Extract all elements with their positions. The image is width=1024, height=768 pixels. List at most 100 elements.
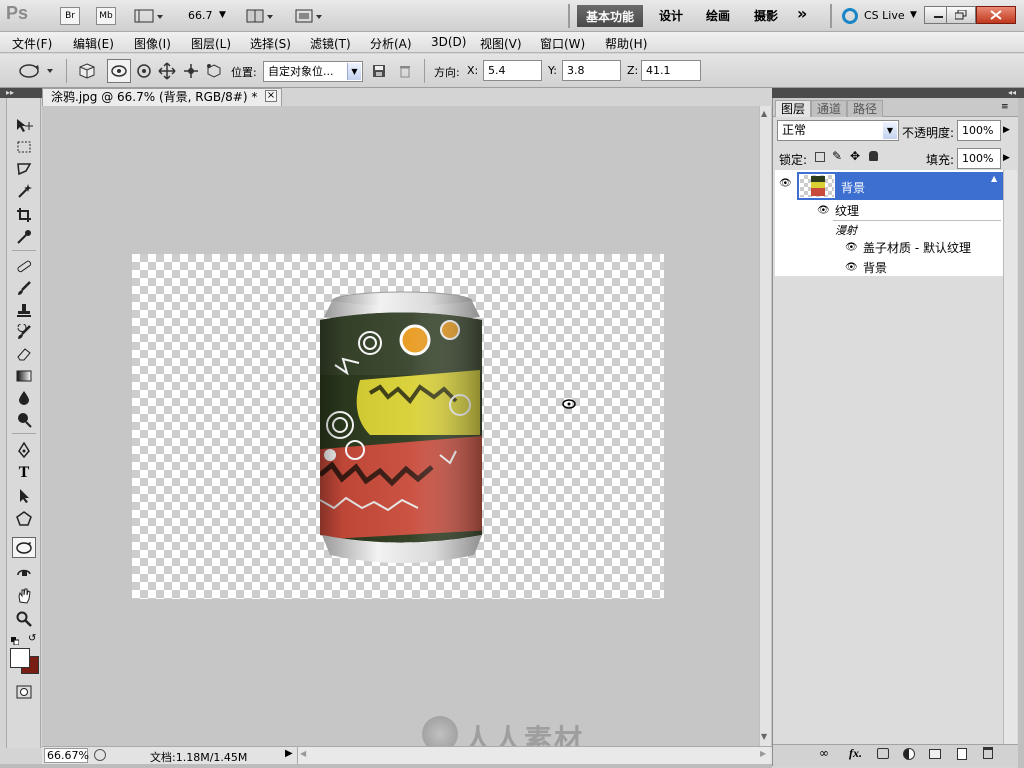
rotate-object-button[interactable] [107, 59, 131, 83]
menu-analysis[interactable]: 分析(A) [370, 35, 412, 52]
fx-icon[interactable]: fx. [849, 746, 862, 761]
save-position-button[interactable] [369, 60, 389, 82]
background-texture[interactable]: 背景 [863, 259, 887, 276]
cs-live-dropdown-icon[interactable]: ▼ [910, 10, 917, 20]
layer-visibility-eye-icon[interactable]: 👁 [779, 178, 792, 189]
y-input[interactable]: 3.8 [562, 60, 621, 81]
lock-all-icon[interactable] [869, 151, 878, 161]
toolbox-collapse-bar[interactable]: ▸▸ [0, 88, 42, 98]
lasso-tool[interactable] [12, 158, 36, 179]
lock-pixels-icon[interactable]: ✎ [832, 149, 842, 163]
zoom-tool[interactable] [12, 608, 36, 629]
hand-tool[interactable] [12, 585, 36, 606]
menu-layer[interactable]: 图层(L) [191, 35, 231, 52]
texture-eye-icon[interactable]: 👁 [817, 205, 830, 216]
screen-mode-button[interactable] [292, 6, 326, 26]
cap-material-texture[interactable]: 盖子材质 - 默认纹理 [863, 239, 971, 256]
menu-edit[interactable]: 编辑(E) [73, 35, 114, 52]
opacity-input[interactable]: 100% [957, 120, 1001, 141]
scroll-left-icon[interactable]: ◀ [300, 749, 306, 758]
menu-file[interactable]: 文件(F) [12, 35, 52, 52]
zoom-dropdown-icon[interactable]: ▼ [219, 10, 226, 20]
workspace-essentials[interactable]: 基本功能 [577, 5, 643, 27]
history-brush-tool[interactable] [12, 321, 36, 342]
return-to-initial-position-button[interactable] [76, 60, 98, 82]
position-dropdown-icon[interactable]: ▼ [347, 63, 361, 80]
menu-filter[interactable]: 滤镜(T) [310, 35, 351, 52]
scroll-down-icon[interactable]: ▼ [761, 732, 767, 741]
workspace-photography[interactable]: 摄影 [754, 7, 778, 24]
delete-layer-icon[interactable] [983, 747, 993, 759]
more-workspaces-icon[interactable]: » [797, 4, 807, 23]
shape-tool[interactable] [12, 508, 36, 529]
workspace-painting[interactable]: 绘画 [706, 7, 730, 24]
horizontal-scrollbar[interactable]: ◀ ▶ [297, 747, 770, 764]
brush-tool[interactable] [12, 277, 36, 298]
tool-preset-picker[interactable] [14, 59, 56, 83]
menu-3d[interactable]: 3D(D) [431, 35, 466, 49]
tab-channels[interactable]: 通道 [811, 100, 848, 117]
new-group-icon[interactable] [929, 749, 941, 759]
swap-colors-icon[interactable]: ↺ [28, 633, 36, 644]
default-colors-icon[interactable] [11, 634, 20, 646]
quick-selection-tool[interactable] [12, 180, 36, 201]
menu-view[interactable]: 视图(V) [480, 35, 522, 52]
lock-position-icon[interactable]: ✥ [850, 149, 860, 163]
eraser-tool[interactable] [12, 343, 36, 364]
tab-paths[interactable]: 路径 [847, 100, 884, 117]
zoom-input[interactable]: 66.67% [44, 748, 89, 763]
lock-transparency-icon[interactable] [815, 152, 825, 162]
delete-position-button[interactable] [395, 60, 415, 82]
document-tab[interactable]: 涂鸦.jpg @ 66.7% (背景, RGB/8#) * × [42, 88, 282, 106]
menu-image[interactable]: 图像(I) [134, 35, 171, 52]
marquee-tool[interactable] [12, 136, 36, 157]
blend-mode-select[interactable]: 正常 [777, 120, 899, 141]
clone-stamp-tool[interactable] [12, 299, 36, 320]
3d-can-image[interactable] [310, 285, 494, 570]
pen-tool[interactable] [12, 439, 36, 460]
gradient-tool[interactable] [12, 365, 36, 386]
close-document-icon[interactable]: × [265, 90, 277, 102]
fill-slider-icon[interactable]: ▶ [1003, 153, 1010, 163]
view-extras-button[interactable] [132, 6, 166, 26]
panel-collapse-bar[interactable]: ◂◂ [772, 88, 1024, 98]
move-tool[interactable] [12, 114, 36, 135]
zoom-level[interactable]: 66.7 [188, 9, 213, 22]
background-texture-eye-icon[interactable]: 👁 [845, 262, 858, 273]
add-mask-icon[interactable] [877, 748, 889, 759]
scroll-right-icon[interactable]: ▶ [760, 749, 766, 758]
path-selection-tool[interactable] [12, 485, 36, 506]
workspace-design[interactable]: 设计 [659, 7, 683, 24]
layers-scrollbar[interactable] [1003, 170, 1017, 744]
close-button[interactable] [976, 6, 1016, 24]
layer-options-icon[interactable]: ▲ [991, 174, 997, 183]
blur-tool[interactable] [12, 387, 36, 408]
cap-material-eye-icon[interactable]: 👁 [845, 242, 858, 253]
menu-window[interactable]: 窗口(W) [540, 35, 585, 52]
opacity-slider-icon[interactable]: ▶ [1003, 125, 1010, 135]
status-menu-icon[interactable]: ▶ [285, 748, 293, 759]
healing-brush-tool[interactable] [12, 255, 36, 276]
3d-orbit-tool[interactable] [12, 562, 36, 583]
z-input[interactable]: 41.1 [641, 60, 701, 81]
slide-object-button[interactable] [180, 60, 202, 82]
eyedropper-tool[interactable] [12, 226, 36, 247]
menu-help[interactable]: 帮助(H) [605, 35, 647, 52]
crop-tool[interactable] [12, 204, 36, 225]
fill-input[interactable]: 100% [957, 148, 1001, 169]
quick-mask-button[interactable] [12, 681, 36, 702]
x-input[interactable]: 5.4 [483, 60, 542, 81]
vertical-scrollbar[interactable]: ▲ ▼ [759, 106, 771, 746]
panel-menu-icon[interactable]: ≡ [1001, 102, 1009, 112]
arrange-documents-button[interactable] [244, 6, 278, 26]
tab-layers[interactable]: 图层 [775, 100, 812, 117]
mini-bridge-button[interactable]: Mb [96, 7, 116, 25]
adjustment-layer-icon[interactable] [903, 748, 915, 760]
drag-object-button[interactable] [156, 60, 178, 82]
new-layer-icon[interactable] [957, 748, 967, 760]
link-layers-icon[interactable]: ∞ [819, 746, 829, 760]
scale-object-button[interactable] [203, 60, 225, 82]
foreground-color-swatch[interactable] [10, 648, 30, 668]
status-icon[interactable] [94, 749, 106, 761]
3d-rotate-tool[interactable] [12, 537, 36, 558]
